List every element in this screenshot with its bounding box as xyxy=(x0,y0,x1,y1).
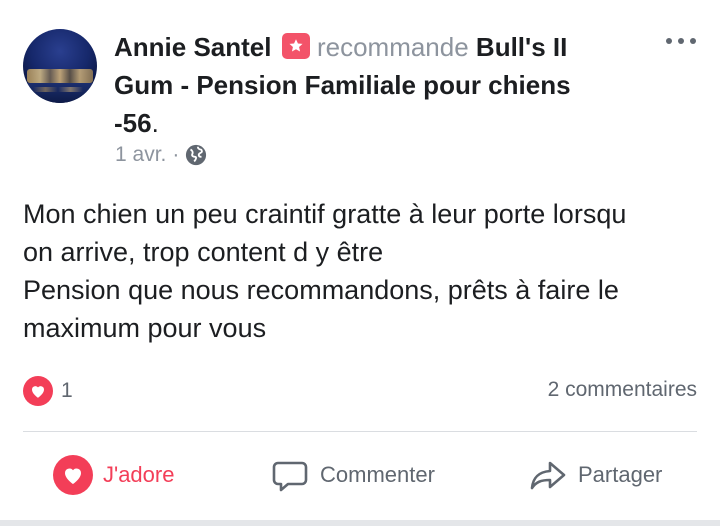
post-body: Mon chien un peu craintif gratte à leur … xyxy=(23,195,703,347)
post-body-line: Mon chien un peu craintif gratte à leur … xyxy=(23,199,627,229)
recommend-verb: recommande xyxy=(316,32,469,62)
page-name-link-1[interactable]: Bull's II xyxy=(476,32,567,62)
more-options-icon[interactable] xyxy=(664,30,698,50)
heart-icon xyxy=(53,455,93,495)
action-bar: J'adore Commenter Partager xyxy=(0,448,720,502)
share-button-label: Partager xyxy=(578,462,663,487)
heart-icon xyxy=(23,376,53,406)
post-card: Annie Santel recommande Bull's II Gum - … xyxy=(0,0,720,520)
comments-count-link[interactable]: 2 commentaires xyxy=(548,378,697,402)
post-body-line: Pension que nous recommandons, prêts à f… xyxy=(23,275,619,305)
recommend-badge-icon xyxy=(281,33,310,59)
actions-divider xyxy=(23,431,697,432)
reaction-count: 1 xyxy=(61,379,73,402)
page-name-suffix: . xyxy=(151,108,159,138)
avatar-water xyxy=(23,83,97,103)
love-button-label: J'adore xyxy=(103,462,175,487)
avatar-city-lights xyxy=(27,69,93,83)
author-avatar[interactable] xyxy=(23,29,97,103)
post-body-line: on arrive, trop content d y être xyxy=(23,237,384,267)
comment-button-label: Commenter xyxy=(320,462,435,487)
feed-separator xyxy=(0,520,720,526)
love-button[interactable]: J'adore xyxy=(53,448,174,502)
share-icon xyxy=(528,455,568,495)
post-date[interactable]: 1 avr. xyxy=(115,143,166,167)
globe-icon xyxy=(185,144,207,166)
comment-icon xyxy=(270,455,310,495)
post-body-line: maximum pour vous xyxy=(23,313,267,343)
author-name[interactable]: Annie Santel xyxy=(114,32,271,62)
page-name-link-2[interactable]: Gum - Pension Familiale pour chiens xyxy=(114,70,571,100)
date-separator: · xyxy=(172,143,180,166)
avatar-reflection xyxy=(33,87,83,92)
share-button[interactable]: Partager xyxy=(528,448,662,502)
page-name-link-3[interactable]: -56 xyxy=(114,108,152,138)
post-meta: 1 avr. · xyxy=(115,142,207,168)
post-header: Annie Santel recommande Bull's II Gum - … xyxy=(114,28,644,142)
comment-button[interactable]: Commenter xyxy=(270,448,435,502)
reactions-summary[interactable]: 1 xyxy=(23,376,73,406)
